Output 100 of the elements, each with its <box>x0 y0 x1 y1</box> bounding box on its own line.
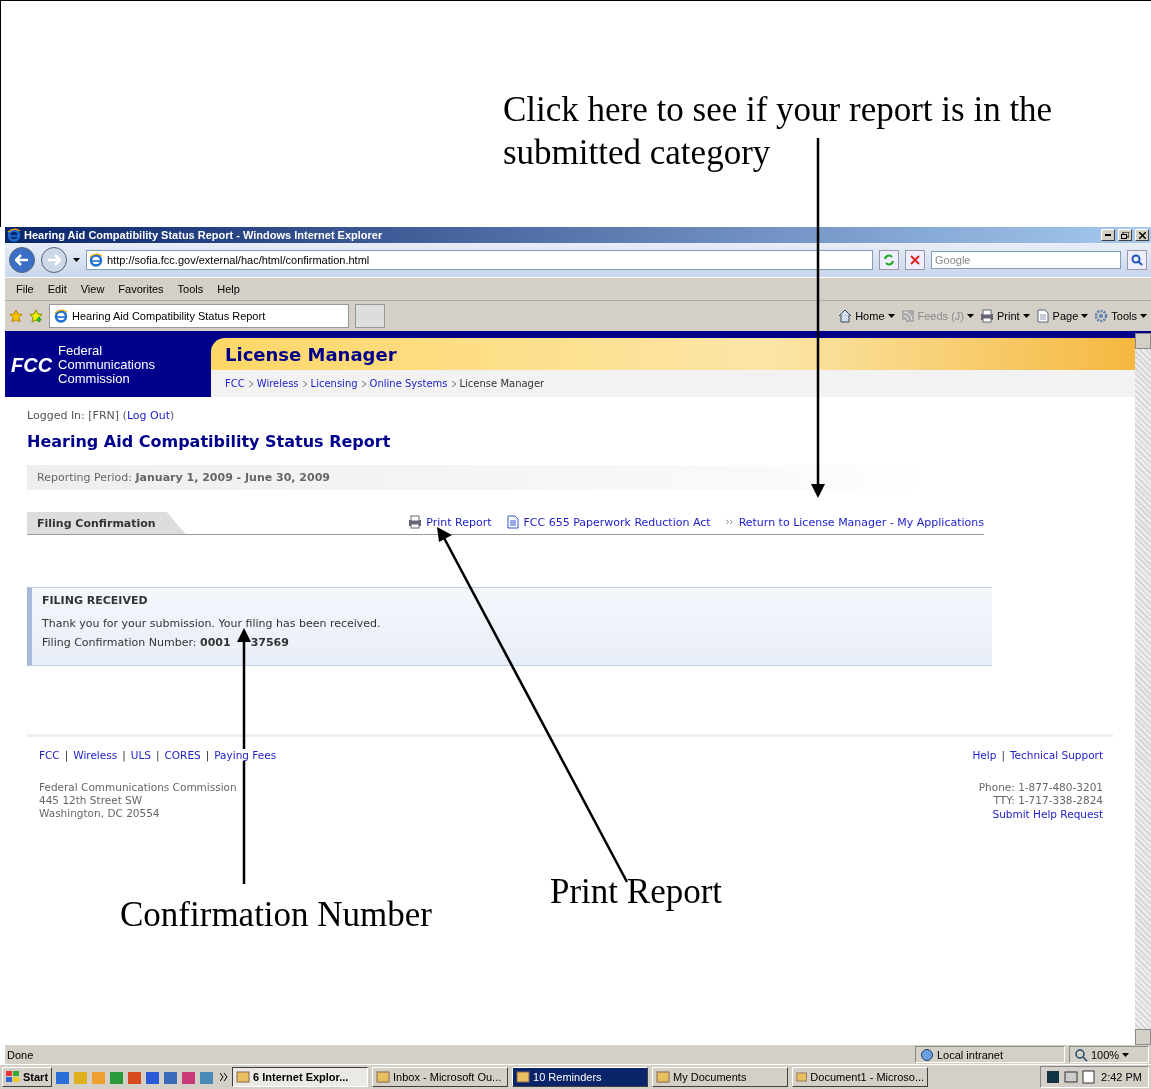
separator: | <box>1001 749 1005 761</box>
toolbar-button[interactable]: Page <box>1035 309 1089 323</box>
separator: | <box>155 749 160 761</box>
footer-link[interactable]: FCC <box>39 749 60 761</box>
separator: | <box>205 749 210 761</box>
clock: 2:42 PM <box>1101 1071 1142 1083</box>
chevron-icon <box>451 380 456 387</box>
forward-button[interactable] <box>41 247 67 273</box>
footer-link[interactable]: Technical Support <box>1009 749 1103 761</box>
back-arrow-icon <box>15 254 29 266</box>
breadcrumb-current: License Manager <box>459 378 545 389</box>
taskbar-button[interactable]: 10 Reminders <box>512 1067 649 1087</box>
windows-logo-icon <box>6 1071 20 1083</box>
caret-icon <box>967 314 974 318</box>
action-link[interactable]: FCC 655 Paperwork Reduction Act <box>505 515 711 529</box>
ie-logo-icon <box>54 309 68 323</box>
window-icon <box>516 1070 531 1084</box>
refresh-button[interactable] <box>879 250 899 270</box>
banner-title: License Manager <box>225 343 397 365</box>
confirmation-number: 0001 <box>200 636 231 649</box>
minimize-icon <box>1105 234 1111 236</box>
restore-button[interactable] <box>1118 229 1132 241</box>
logo-text: Federal Communications Commission <box>58 344 155 386</box>
overflow-chevron-icon[interactable] <box>220 1073 229 1081</box>
address-field[interactable]: http://sofia.fcc.gov/external/hac/html/confirmation.html <box>86 250 873 270</box>
reporting-period-value: January 1, 2009 - June 30, 2009 <box>135 471 330 484</box>
window-icon <box>796 1070 808 1084</box>
breadcrumb-link[interactable]: Licensing <box>310 378 358 389</box>
document-icon <box>505 515 520 529</box>
confirmation-number: 37569 <box>250 636 289 649</box>
close-icon <box>1138 231 1146 239</box>
reporting-period-label: Reporting Period: <box>37 471 133 484</box>
caret-icon <box>1140 314 1147 318</box>
footer-link[interactable]: CORES <box>164 749 201 761</box>
separator: | <box>122 749 126 761</box>
favorites-star-icon <box>9 309 23 323</box>
search-field[interactable]: Google <box>931 251 1121 269</box>
forward-arrow-icon <box>47 254 61 266</box>
breadcrumb-link[interactable]: Wireless <box>256 378 299 389</box>
window-icon <box>656 1070 671 1084</box>
toolbar-button[interactable]: Tools <box>1094 309 1147 323</box>
taskbar-button[interactable]: Document1 - Microso... <box>792 1067 929 1087</box>
window-title: Hearing Aid Compatibility Status Report - Windows Internet Explorer <box>24 229 384 241</box>
footer-link[interactable]: ULS <box>130 749 151 761</box>
action-link[interactable]: Return to License Manager - My Applications <box>724 515 984 529</box>
scrollbar[interactable] <box>1135 333 1151 1045</box>
page-heading: Hearing Aid Compatibility Status Report <box>27 432 392 451</box>
chevron-icon <box>361 380 366 387</box>
ie-logo-icon <box>7 228 21 242</box>
back-button[interactable] <box>9 247 35 273</box>
footer-link[interactable]: Paying Fees <box>214 749 277 761</box>
footer-link[interactable]: Wireless <box>73 749 118 761</box>
notice-title: FILING RECEIVED <box>42 594 149 607</box>
menu-item[interactable]: View <box>73 283 112 295</box>
logo-mark: FCC <box>11 353 53 377</box>
menu-item[interactable]: Tools <box>170 283 211 295</box>
toolbar-button[interactable]: Home <box>838 309 895 323</box>
toolbar-button[interactable]: Print <box>980 309 1030 323</box>
refresh-icon <box>883 254 895 266</box>
menu-item[interactable]: Favorites <box>111 283 171 295</box>
start-button[interactable]: Start <box>2 1067 53 1087</box>
stop-button[interactable] <box>905 250 925 270</box>
close-button[interactable] <box>1135 229 1149 241</box>
caret-icon <box>1022 314 1030 318</box>
caret-icon <box>1081 314 1089 318</box>
help-request-link[interactable]: Submit Help Request <box>992 807 1103 822</box>
notice-message: Thank you for your submission. Your filing has been received. <box>42 617 382 630</box>
caret-icon <box>73 258 80 262</box>
caret-icon <box>1122 1052 1130 1057</box>
menu-item[interactable]: File <box>9 283 41 295</box>
breadcrumb-link[interactable]: FCC <box>225 378 245 389</box>
window-icon <box>376 1070 391 1084</box>
footer-link[interactable]: Help <box>972 749 997 761</box>
add-favorite-icon <box>29 309 43 323</box>
action-link[interactable]: Print Report <box>408 515 492 529</box>
restore-icon <box>1121 231 1129 239</box>
globe-icon <box>920 1047 934 1062</box>
login-label-end: ) <box>169 409 175 422</box>
logout-link[interactable]: Log Out <box>126 409 170 422</box>
gear-icon <box>1094 309 1109 323</box>
annotation-text: Click here to see if your report is in the submitted category <box>503 89 1054 174</box>
taskbar-button[interactable]: My Documents <box>652 1067 789 1087</box>
chevron-icon <box>302 380 307 387</box>
separator: | <box>64 749 69 761</box>
annotation-text: Confirmation Number <box>120 894 433 936</box>
printer-icon <box>408 515 423 529</box>
annotation-text: Print Report <box>550 871 723 913</box>
breadcrumb-link[interactable]: Online Systems <box>369 378 448 389</box>
minimize-button[interactable] <box>1101 229 1115 241</box>
zoom-control[interactable]: 100% <box>1069 1046 1149 1063</box>
menu-item[interactable]: Help <box>210 283 247 295</box>
browser-tab[interactable]: Hearing Aid Compatibility Status Report <box>49 304 349 328</box>
taskbar-button[interactable]: Inbox - Microsoft Ou... <box>372 1067 509 1087</box>
confirmation-number-label: Filing Confirmation Number: <box>42 636 198 649</box>
taskbar-button[interactable]: 6 Internet Explor... <box>232 1067 369 1087</box>
status-text: Done <box>7 1048 35 1061</box>
menu-item[interactable]: Edit <box>40 283 74 295</box>
search-icon <box>1131 254 1143 266</box>
search-button[interactable] <box>1127 250 1147 270</box>
caret-icon <box>887 314 895 318</box>
